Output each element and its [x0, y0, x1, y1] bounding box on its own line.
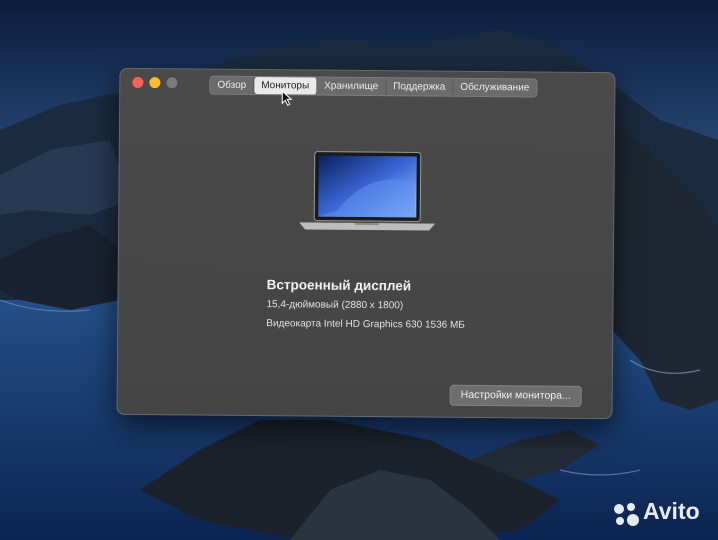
display-settings-button[interactable]: Настройки монитора... [449, 384, 582, 407]
window-titlebar[interactable]: Обзор Мониторы Хранилище Поддержка Обслу… [120, 69, 614, 101]
macbook-pro-icon [299, 151, 436, 231]
minimize-window-button[interactable] [149, 77, 161, 89]
about-this-mac-window: Обзор Мониторы Хранилище Поддержка Обслу… [116, 67, 616, 420]
tab-service[interactable]: Обслуживание [453, 79, 536, 97]
avito-watermark-text: Avito [643, 498, 700, 524]
mouse-cursor-icon [281, 90, 293, 106]
segmented-tab-control: Обзор Мониторы Хранилище Поддержка Обслу… [209, 75, 538, 98]
display-name-heading: Встроенный дисплей [266, 277, 412, 294]
graphics-card-info: Видеокарта Intel HD Graphics 630 1536 МБ [266, 318, 465, 331]
tab-overview[interactable]: Обзор [210, 76, 255, 95]
tab-support[interactable]: Поддержка [386, 78, 454, 96]
zoom-window-button[interactable] [166, 77, 178, 89]
close-window-button[interactable] [132, 76, 144, 89]
display-size-resolution: 15,4-дюймовый (2880 x 1800) [266, 299, 404, 312]
tab-storage[interactable]: Хранилище [317, 77, 387, 96]
